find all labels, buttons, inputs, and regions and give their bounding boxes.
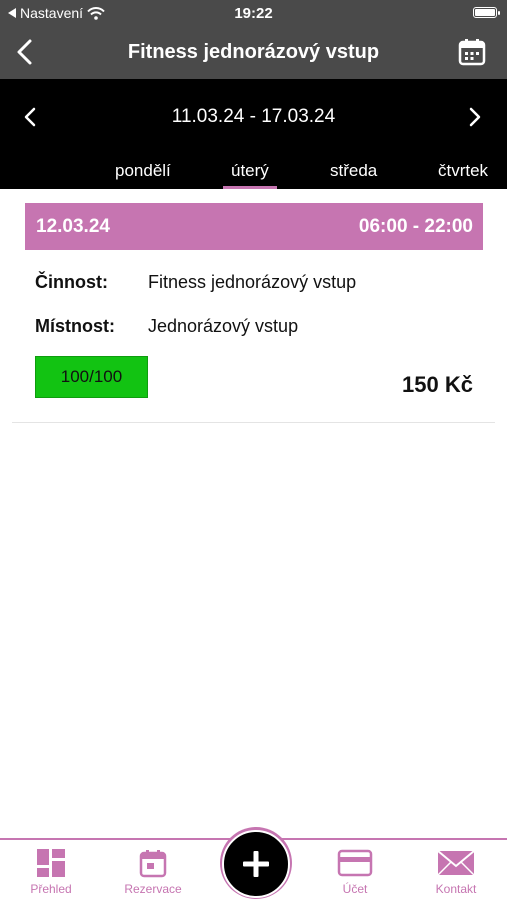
week-range: 11.03.24 - 17.03.24 xyxy=(171,106,336,127)
back-arrow-icon[interactable] xyxy=(12,38,40,66)
tab-prehled-label: Přehled xyxy=(30,882,72,896)
clock: 19:22 xyxy=(234,5,273,22)
event-card[interactable]: 12.03.24 06:00 - 22:00 Činnost: Fitness j… xyxy=(12,189,495,423)
activity-value: Fitness jednorázový vstup xyxy=(148,272,357,292)
tab-monday[interactable]: pondělí xyxy=(115,161,171,189)
tab-prehled[interactable]: Přehled xyxy=(11,848,91,896)
tab-tuesday[interactable]: úterý xyxy=(223,161,277,189)
dashboard-icon xyxy=(37,849,65,877)
day-tabs: pondělí úterý středa čtvrtek xyxy=(0,161,507,189)
status-bar: Nastavení 19:22 xyxy=(0,0,507,26)
price: 150 Kč xyxy=(402,372,473,397)
activity-row: Činnost: Fitness jednorázový vstup xyxy=(35,272,356,293)
battery-icon xyxy=(473,7,500,18)
tab-kontakt[interactable]: Kontakt xyxy=(416,848,496,896)
event-banner: 12.03.24 06:00 - 22:00 xyxy=(25,203,483,250)
capacity-badge: 100/100 xyxy=(35,356,148,398)
event-date: 12.03.24 xyxy=(36,216,110,237)
event-hours: 06:00 - 22:00 xyxy=(358,216,473,237)
room-value: Jednorázový vstup xyxy=(148,316,299,336)
next-week-icon[interactable] xyxy=(463,106,485,128)
tab-rezervace[interactable]: Rezervace xyxy=(113,848,193,896)
room-row: Místnost: Jednorázový vstup xyxy=(35,316,298,337)
tab-thursday[interactable]: čtvrtek xyxy=(438,161,488,189)
tab-ucet[interactable]: Účet xyxy=(315,848,395,896)
page-title: Fitness jednorázový vstup xyxy=(127,41,380,63)
activity-label: Činnost: xyxy=(35,272,108,292)
tab-wednesday[interactable]: středa xyxy=(330,161,377,189)
calendar-icon xyxy=(139,850,167,878)
envelope-icon xyxy=(437,850,475,876)
week-selector: 11.03.24 - 17.03.24 pondělí úterý středa… xyxy=(0,79,507,189)
add-button[interactable] xyxy=(222,830,290,898)
tab-rezervace-label: Rezervace xyxy=(124,882,182,896)
tab-kontakt-label: Kontakt xyxy=(435,882,477,896)
tab-ucet-label: Účet xyxy=(342,882,368,896)
calendar-icon[interactable] xyxy=(457,37,487,67)
room-label: Místnost: xyxy=(35,316,115,336)
plus-icon xyxy=(243,851,269,877)
header: Fitness jednorázový vstup xyxy=(0,26,507,79)
card-icon xyxy=(337,849,373,877)
